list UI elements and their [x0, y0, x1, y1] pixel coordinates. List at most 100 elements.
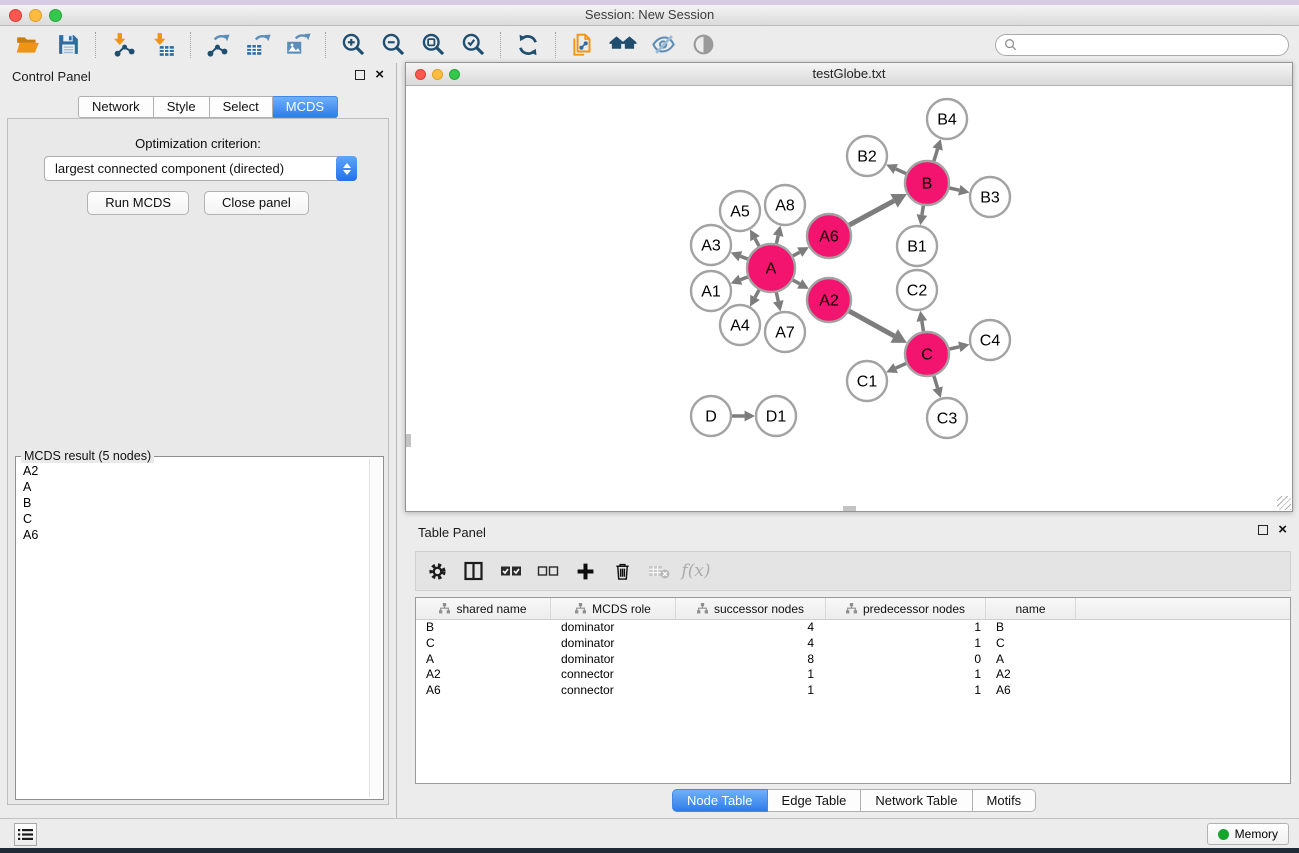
mcds-tab-content: Optimization criterion: largest connecte… — [7, 118, 389, 805]
resize-grip-icon[interactable] — [1277, 496, 1291, 510]
edge-A-A3[interactable] — [740, 256, 747, 259]
export-image-icon[interactable] — [282, 30, 314, 60]
mcds-result-item[interactable]: A6 — [18, 527, 368, 543]
task-history-button[interactable] — [14, 823, 37, 846]
save-session-icon[interactable] — [52, 30, 84, 60]
edge-A2-C[interactable] — [849, 311, 894, 336]
export-table-icon[interactable] — [242, 30, 274, 60]
zoom-window-button[interactable] — [49, 9, 62, 22]
table-row[interactable]: Bdominator41B — [416, 620, 1290, 636]
unselect-all-columns-icon[interactable] — [537, 559, 559, 583]
float-table-panel-icon[interactable] — [1258, 525, 1268, 535]
edge-A-A8[interactable] — [776, 236, 778, 244]
optimization-criterion-select[interactable]: largest connected component (directed) — [44, 156, 357, 181]
zoom-out-icon[interactable] — [377, 30, 409, 60]
minimize-window-button[interactable] — [29, 9, 42, 22]
zoom-fit-icon[interactable] — [417, 30, 449, 60]
close-panel-icon[interactable]: × — [375, 70, 384, 80]
edge-A-A6[interactable] — [793, 252, 800, 256]
cell-successor-nodes: 4 — [676, 636, 826, 652]
edge-B-B1[interactable] — [922, 206, 923, 215]
edge-A-A4[interactable] — [755, 290, 759, 297]
close-table-panel-icon[interactable]: × — [1278, 525, 1287, 535]
mcds-result-item[interactable]: B — [18, 495, 368, 511]
horizontal-scrollbar-thumb[interactable] — [843, 506, 856, 511]
column-header-MCDS-role[interactable]: MCDS role — [551, 598, 676, 619]
edge-A6-B[interactable] — [849, 201, 894, 225]
mcds-result-item[interactable]: A2 — [18, 463, 368, 479]
delete-column-trash-icon[interactable] — [611, 559, 633, 583]
tab-network-table[interactable]: Network Table — [861, 789, 972, 812]
network-graph[interactable]: AA6A2BCA1A3A4A5A7A8B1B2B3B4C1C2C3C4DD1 — [406, 86, 1292, 511]
edge-A-A1[interactable] — [740, 277, 747, 280]
edge-C-C2[interactable] — [922, 321, 924, 331]
table-row[interactable]: A2connector11A2 — [416, 667, 1290, 683]
import-network-icon[interactable] — [107, 30, 139, 60]
edge-C-C1[interactable] — [896, 363, 906, 368]
edge-B-B3[interactable] — [949, 188, 959, 190]
graph-node-label: B3 — [980, 190, 1000, 207]
cell-name: B — [986, 620, 1076, 636]
table-row[interactable]: Adominator80A — [416, 652, 1290, 668]
add-column-icon[interactable] — [574, 559, 596, 583]
tab-select[interactable]: Select — [210, 96, 273, 118]
search-input[interactable] — [1022, 38, 1280, 52]
tab-network[interactable]: Network — [78, 96, 154, 118]
close-network-window-button[interactable] — [415, 69, 426, 80]
column-header-predecessor-nodes[interactable]: predecessor nodes — [826, 598, 986, 619]
column-header-shared-name[interactable]: shared name — [416, 598, 551, 619]
close-window-button[interactable] — [9, 9, 22, 22]
network-window-titlebar[interactable]: testGlobe.txt — [406, 63, 1292, 86]
network-overview-icon[interactable] — [567, 30, 599, 60]
mcds-result-item[interactable]: C — [18, 511, 368, 527]
close-panel-button[interactable]: Close panel — [204, 191, 309, 215]
cell-name: A — [986, 652, 1076, 668]
edge-C-C3[interactable] — [934, 376, 938, 388]
table-row[interactable]: A6connector11A6 — [416, 683, 1290, 699]
edge-C-C4[interactable] — [949, 347, 959, 349]
show-all-icon[interactable] — [687, 30, 719, 60]
cell-shared-name: A2 — [416, 667, 551, 683]
edge-B-B4[interactable] — [934, 149, 938, 161]
edge-A-A7[interactable] — [776, 292, 778, 301]
graph-node-label: A6 — [819, 229, 839, 246]
hide-selected-icon[interactable] — [647, 30, 679, 60]
vertical-scrollbar-thumb[interactable] — [406, 434, 411, 447]
select-all-columns-icon[interactable] — [500, 559, 522, 583]
delete-table-icon[interactable] — [648, 559, 670, 583]
tab-mcds[interactable]: MCDS — [273, 96, 338, 118]
float-panel-icon[interactable] — [355, 70, 365, 80]
zoom-in-icon[interactable] — [337, 30, 369, 60]
import-table-icon[interactable] — [147, 30, 179, 60]
desktop-wallpaper-strip — [0, 848, 1299, 853]
scrollbar-track[interactable] — [369, 459, 381, 797]
settings-gear-icon[interactable] — [426, 559, 448, 583]
show-hide-panels-icon[interactable] — [607, 30, 639, 60]
run-mcds-button[interactable]: Run MCDS — [87, 191, 189, 215]
search-box[interactable] — [995, 34, 1289, 56]
memory-label: Memory — [1235, 827, 1278, 841]
optimization-criterion-label: Optimization criterion: — [8, 136, 388, 151]
zoom-network-window-button[interactable] — [449, 69, 460, 80]
mcds-result-item[interactable]: A — [18, 479, 368, 495]
tab-edge-table[interactable]: Edge Table — [768, 789, 862, 812]
column-header-successor-nodes[interactable]: successor nodes — [676, 598, 826, 619]
edge-A-A5[interactable] — [755, 239, 759, 246]
export-network-icon[interactable] — [202, 30, 234, 60]
column-header-name[interactable]: name — [986, 598, 1076, 619]
edge-A-A2[interactable] — [793, 280, 800, 284]
memory-button[interactable]: Memory — [1207, 823, 1289, 845]
apply-layout-icon[interactable] — [512, 30, 544, 60]
tab-style[interactable]: Style — [154, 96, 210, 118]
tab-motifs[interactable]: Motifs — [973, 789, 1037, 812]
minimize-network-window-button[interactable] — [432, 69, 443, 80]
app-titlebar[interactable]: Session: New Session — [0, 5, 1299, 26]
function-builder-icon[interactable]: f(x) — [685, 559, 707, 583]
zoom-selected-icon[interactable] — [457, 30, 489, 60]
split-view-icon[interactable] — [463, 559, 485, 583]
edge-B-B2[interactable] — [896, 169, 906, 174]
table-row[interactable]: Cdominator41C — [416, 636, 1290, 652]
tab-node-table[interactable]: Node Table — [672, 789, 768, 812]
network-canvas[interactable]: AA6A2BCA1A3A4A5A7A8B1B2B3B4C1C2C3C4DD1 — [406, 86, 1292, 511]
open-session-icon[interactable] — [12, 30, 44, 60]
